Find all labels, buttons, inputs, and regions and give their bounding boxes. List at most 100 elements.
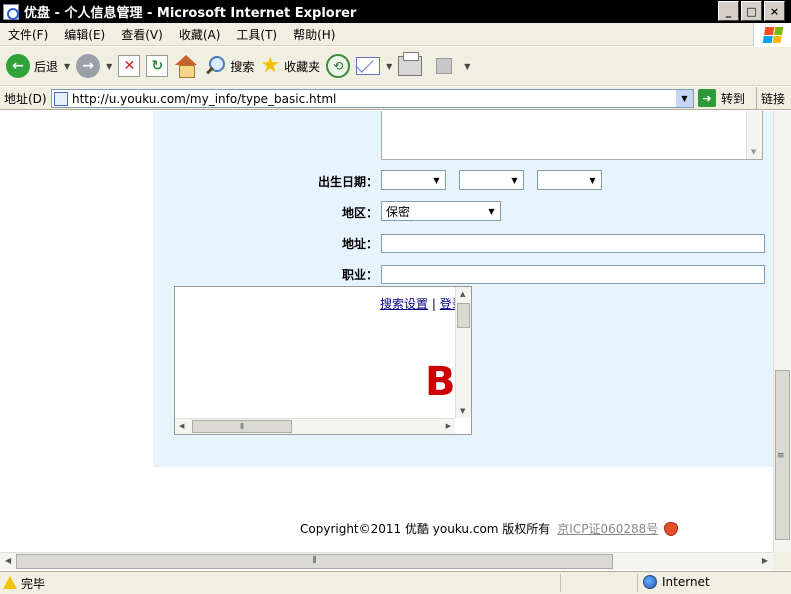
- close-button[interactable]: ×: [764, 1, 785, 21]
- menu-bar: 文件(F) 编辑(E) 查看(V) 收藏(A) 工具(T) 帮助(H): [0, 23, 791, 46]
- status-bar: 完毕 Internet: [0, 571, 791, 594]
- chevron-down-icon: ▼: [589, 175, 596, 185]
- region-label: 地区：: [341, 206, 378, 220]
- search-label: 搜索: [230, 59, 255, 74]
- police-badge-icon[interactable]: [664, 521, 679, 536]
- birthday-row: 出生日期： ▼ ▼ ▼: [153, 170, 773, 192]
- forward-arrow-icon: →: [76, 54, 101, 78]
- occupation-label: 职业：: [341, 268, 378, 282]
- mail-icon: [356, 57, 381, 75]
- form-panel: 出生日期： ▼ ▼ ▼ 地区： 保密 ▼ 地址： 职业：: [153, 111, 773, 467]
- menu-tools[interactable]: 工具(T): [228, 26, 285, 43]
- birth-month-select[interactable]: ▼: [459, 170, 524, 190]
- home-button[interactable]: [174, 55, 198, 78]
- address-bar: 地址(D) http://u.youku.com/my_info/type_ba…: [0, 87, 791, 110]
- maximize-button[interactable]: □: [741, 1, 762, 21]
- favorites-button[interactable]: ★ 收藏夹: [260, 55, 320, 77]
- menu-file[interactable]: 文件(F): [0, 26, 56, 43]
- chevron-down-icon: ▼: [488, 206, 495, 216]
- search-icon: [204, 55, 226, 77]
- frame-hscroll-thumb[interactable]: ⦀: [192, 420, 292, 433]
- links-button[interactable]: 链接: [756, 87, 785, 110]
- icp-link[interactable]: 京ICP证060288号: [557, 520, 658, 537]
- region-select[interactable]: 保密 ▼: [381, 201, 501, 221]
- page-content: 出生日期： ▼ ▼ ▼ 地区： 保密 ▼ 地址： 职业：: [0, 111, 773, 552]
- stop-icon: ✕: [118, 55, 141, 77]
- search-button[interactable]: 搜索: [204, 55, 254, 77]
- address-label: 地址(D): [4, 91, 47, 106]
- page-vertical-scrollbar[interactable]: ≡: [773, 111, 791, 552]
- page-horizontal-scrollbar[interactable]: ◀ ⦀ ▶: [0, 552, 773, 570]
- chevron-down-icon: ▼: [433, 175, 440, 185]
- status-divider: [637, 574, 638, 592]
- ie-app-icon[interactable]: [3, 3, 19, 20]
- mail-dropdown-icon[interactable]: ▼: [386, 62, 392, 71]
- windows-flag-icon: [762, 26, 783, 43]
- history-button[interactable]: ⟲: [326, 54, 351, 78]
- address-field-label: 地址：: [341, 237, 378, 251]
- page-scroll-left-icon[interactable]: ◀: [5, 556, 11, 565]
- scroll-right-icon[interactable]: ▶: [446, 422, 451, 430]
- search-settings-link[interactable]: 搜索设置: [380, 297, 428, 311]
- title-bar: 优盘 - 个人信息管理 - Microsoft Internet Explore…: [0, 0, 791, 23]
- address-row: 地址：: [153, 232, 773, 254]
- edit-button[interactable]: ▼: [436, 58, 470, 74]
- birth-day-select[interactable]: ▼: [537, 170, 602, 190]
- menu-view[interactable]: 查看(V): [113, 26, 171, 43]
- birthday-label: 出生日期：: [317, 175, 378, 189]
- address-dropdown-icon[interactable]: ▼: [676, 90, 693, 107]
- forward-dropdown-icon[interactable]: ▼: [106, 62, 112, 71]
- edit-icon: [436, 58, 453, 74]
- birth-year-select[interactable]: ▼: [381, 170, 446, 190]
- scroll-grip-icon: ≡: [777, 451, 785, 461]
- scroll-left-icon[interactable]: ◀: [179, 422, 184, 430]
- back-arrow-icon: ←: [6, 54, 30, 78]
- page-footer: Copyright©2011 优酷 youku.com 版权所有 京ICP证06…: [300, 520, 679, 537]
- intro-textarea[interactable]: [381, 111, 763, 160]
- frame-horizontal-scrollbar[interactable]: ◀ ⦀ ▶: [175, 418, 455, 434]
- frame-vertical-scrollbar[interactable]: ▲ ▼: [455, 287, 471, 418]
- stop-button[interactable]: ✕: [118, 55, 141, 77]
- scroll-up-icon[interactable]: ▲: [460, 290, 465, 298]
- page-hscroll-thumb[interactable]: ⦀: [16, 554, 613, 569]
- print-button[interactable]: [398, 52, 423, 76]
- textarea-scrollbar[interactable]: [746, 111, 762, 159]
- link-separator: |: [431, 297, 436, 311]
- menu-help[interactable]: 帮助(H): [285, 26, 343, 43]
- go-button[interactable]: ➔ 转到: [698, 89, 745, 107]
- occupation-field[interactable]: [381, 265, 765, 284]
- history-icon: ⟲: [326, 54, 351, 78]
- scroll-down-icon[interactable]: ▼: [460, 407, 465, 415]
- page-scroll-right-icon[interactable]: ▶: [762, 556, 768, 565]
- window-controls: _ □ ×: [718, 1, 785, 21]
- mail-button[interactable]: ▼: [356, 57, 392, 75]
- forward-button[interactable]: → ▼: [76, 54, 112, 78]
- back-button[interactable]: ← 后退 ▼: [6, 54, 70, 78]
- go-arrow-icon: ➔: [698, 89, 716, 107]
- favorites-label: 收藏夹: [284, 59, 321, 74]
- chevron-down-icon: ▼: [511, 175, 518, 185]
- favorites-star-icon: ★: [260, 53, 281, 78]
- refresh-icon: ↻: [146, 55, 169, 77]
- address-url[interactable]: http://u.youku.com/my_info/type_basic.ht…: [72, 92, 336, 106]
- zone-label: Internet: [662, 575, 710, 589]
- page-icon: [54, 91, 68, 106]
- status-text: 完毕: [21, 576, 46, 591]
- menu-favorites[interactable]: 收藏(A): [171, 26, 229, 43]
- standard-toolbar: ← 后退 ▼ → ▼ ✕ ↻ 搜索 ★ 收藏夹 ⟲ ▼ ▼: [0, 47, 791, 86]
- region-value: 保密: [386, 204, 411, 219]
- minimize-button[interactable]: _: [718, 1, 739, 21]
- address-input[interactable]: http://u.youku.com/my_info/type_basic.ht…: [51, 89, 694, 108]
- edit-dropdown-icon[interactable]: ▼: [464, 62, 470, 71]
- back-dropdown-icon[interactable]: ▼: [64, 62, 70, 71]
- address-field[interactable]: [381, 234, 765, 253]
- window-title: 优盘 - 个人信息管理 - Microsoft Internet Explore…: [24, 6, 357, 21]
- refresh-button[interactable]: ↻: [146, 55, 169, 77]
- back-label: 后退: [34, 59, 59, 74]
- menu-edit[interactable]: 编辑(E): [56, 26, 113, 43]
- go-label: 转到: [721, 91, 746, 106]
- copyright-text: Copyright©2011 优酷 youku.com 版权所有: [300, 522, 551, 536]
- frame-links: 搜索设置 | 登录: [380, 295, 464, 312]
- region-row: 地区： 保密 ▼: [153, 201, 773, 223]
- frame-vscroll-thumb[interactable]: [457, 303, 470, 328]
